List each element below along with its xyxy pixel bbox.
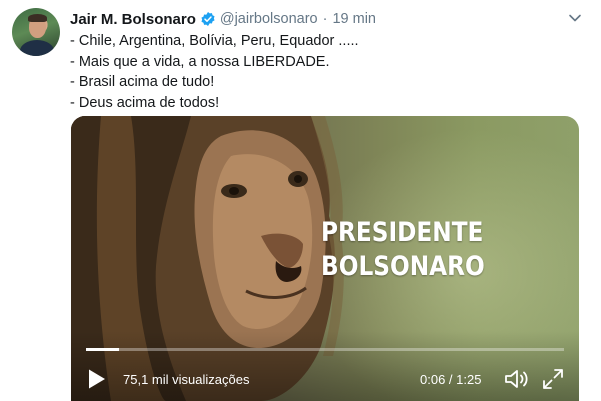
progress-bar[interactable] bbox=[86, 348, 564, 351]
author-name[interactable]: Jair M. Bolsonaro bbox=[70, 11, 196, 28]
avatar[interactable] bbox=[12, 8, 60, 56]
author-handle[interactable]: @jairbolsonaro bbox=[220, 11, 318, 27]
verified-badge-icon bbox=[200, 11, 216, 27]
view-count: 75,1 mil visualizações bbox=[123, 372, 250, 387]
tweet-header: Jair M. Bolsonaro @jairbolsonaro · 19 mi… bbox=[70, 9, 571, 29]
tweet: Jair M. Bolsonaro @jairbolsonaro · 19 mi… bbox=[0, 0, 601, 401]
play-icon[interactable] bbox=[87, 368, 107, 390]
volume-icon[interactable] bbox=[503, 367, 529, 391]
fullscreen-icon[interactable] bbox=[541, 367, 565, 391]
tweet-line: - Chile, Argentina, Bolívia, Peru, Equad… bbox=[70, 33, 359, 49]
avatar-hair bbox=[28, 14, 47, 22]
tweet-text: - Chile, Argentina, Bolívia, Peru, Equad… bbox=[70, 31, 570, 113]
chevron-down-icon[interactable] bbox=[567, 10, 583, 26]
video-overlay-title: PRESIDENTE BOLSONARO bbox=[321, 216, 485, 284]
header-separator: · bbox=[322, 11, 328, 27]
tweet-time[interactable]: 19 min bbox=[332, 11, 376, 27]
tweet-line: - Brasil acima de tudo! bbox=[70, 74, 215, 90]
tweet-line: - Deus acima de todos! bbox=[70, 94, 220, 111]
avatar-shirt bbox=[20, 40, 54, 56]
overlay-line-2: BOLSONARO bbox=[321, 251, 485, 282]
overlay-line-1: PRESIDENTE bbox=[321, 217, 484, 248]
video-time: 0:06 / 1:25 bbox=[420, 372, 482, 387]
tweet-line: - Mais que a vida, a nossa LIBERDADE. bbox=[70, 53, 330, 70]
video-player[interactable]: PRESIDENTE BOLSONARO 75,1 mil visualizaç… bbox=[71, 116, 579, 401]
progress-fill bbox=[86, 348, 120, 351]
